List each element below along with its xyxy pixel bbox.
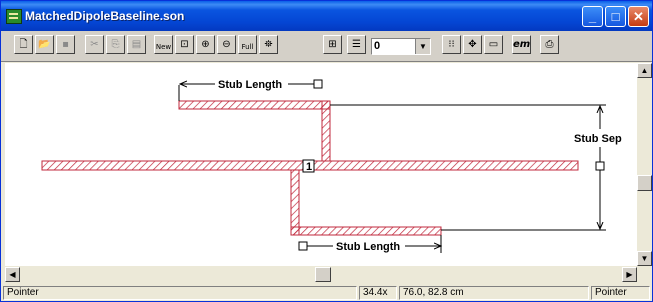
- horizontal-scroll-thumb[interactable]: [315, 267, 331, 282]
- stub-length-top-label: Stub Length: [218, 79, 282, 91]
- zoom-fit-icon[interactable]: ⛯: [259, 35, 278, 54]
- scroll-left-icon[interactable]: ◀: [5, 267, 20, 282]
- zoom-out-icon[interactable]: ⊖: [217, 35, 236, 54]
- circuit-drawing: 1 Stub Length Stub Length Stub Sep: [41, 79, 622, 253]
- status-coordinates: 76.0, 82.8 cm: [399, 286, 589, 300]
- maximize-button[interactable]: □: [605, 6, 626, 27]
- cut-icon[interactable]: ✂: [85, 35, 104, 54]
- status-bar: Pointer 34.4x 76.0, 82.8 cm Pointer: [1, 285, 652, 301]
- zoom-full-icon[interactable]: Full: [238, 35, 257, 54]
- lower-stub-vertical[interactable]: [290, 169, 300, 236]
- stub-sep-label: Stub Sep: [574, 133, 622, 145]
- minimize-button[interactable]: _: [582, 6, 603, 27]
- upper-stub-vertical[interactable]: [321, 100, 331, 162]
- scroll-right-icon[interactable]: ▶: [622, 267, 637, 282]
- drawing-canvas[interactable]: 1 Stub Length Stub Length Stub Sep: [5, 63, 637, 266]
- status-mode-left: Pointer: [3, 286, 357, 300]
- em-analysis-icon[interactable]: em: [512, 35, 531, 54]
- port-label: 1: [306, 161, 312, 173]
- stub-length-bottom-label: Stub Length: [336, 241, 400, 253]
- zoom-previous-icon[interactable]: ⊡: [175, 35, 194, 54]
- toolbar: 🗋 📂 ▪ ✂ ⎘ ▤ New ⊡ ⊕ ⊖ Full ⛯ ⊞ ☰ 0 ▼ ⁝⁝ …: [1, 31, 652, 62]
- level-select[interactable]: 0 ▼: [371, 38, 431, 55]
- stub-length-top-handle[interactable]: [313, 79, 323, 89]
- ruler-icon[interactable]: ▭: [484, 35, 503, 54]
- scroll-down-icon[interactable]: ▼: [637, 251, 652, 266]
- print-icon[interactable]: ⎙: [540, 35, 559, 54]
- new-file-icon[interactable]: 🗋: [14, 35, 33, 54]
- stub-length-bottom-handle[interactable]: [298, 241, 308, 251]
- zoom-in-icon[interactable]: ⊕: [196, 35, 215, 54]
- stub-sep-handle[interactable]: [595, 161, 605, 171]
- paste-icon[interactable]: ▤: [127, 35, 146, 54]
- save-icon[interactable]: ▪: [56, 35, 75, 54]
- vertical-scroll-thumb[interactable]: [637, 175, 652, 191]
- status-mode-right: Pointer: [591, 286, 650, 300]
- level-stack-icon[interactable]: ☰: [347, 35, 366, 54]
- window-title: MatchedDipoleBaseline.son: [25, 9, 185, 23]
- grid-icon[interactable]: ⁝⁝: [442, 35, 461, 54]
- level-view-icon[interactable]: ⊞: [323, 35, 342, 54]
- app-window: MatchedDipoleBaseline.son _ □ ✕ 🗋 📂 ▪ ✂ …: [0, 0, 653, 302]
- reference-plane-icon[interactable]: ✥: [463, 35, 482, 54]
- scroll-up-icon[interactable]: ▲: [637, 63, 652, 78]
- open-folder-icon[interactable]: 📂: [35, 35, 54, 54]
- app-icon: [6, 9, 22, 24]
- horizontal-scrollbar[interactable]: ◀ ▶: [5, 267, 637, 283]
- zoom-new-icon[interactable]: New: [154, 35, 173, 54]
- lower-stub-horizontal[interactable]: [290, 226, 442, 236]
- chevron-down-icon[interactable]: ▼: [415, 39, 430, 54]
- upper-stub-horizontal[interactable]: [178, 100, 331, 110]
- status-zoom: 34.4x: [359, 286, 397, 300]
- copy-icon[interactable]: ⎘: [106, 35, 125, 54]
- level-value: 0: [374, 40, 381, 52]
- close-button[interactable]: ✕: [628, 6, 649, 27]
- vertical-scrollbar[interactable]: ▲ ▼: [637, 63, 652, 266]
- title-bar[interactable]: MatchedDipoleBaseline.son _ □ ✕: [1, 1, 652, 31]
